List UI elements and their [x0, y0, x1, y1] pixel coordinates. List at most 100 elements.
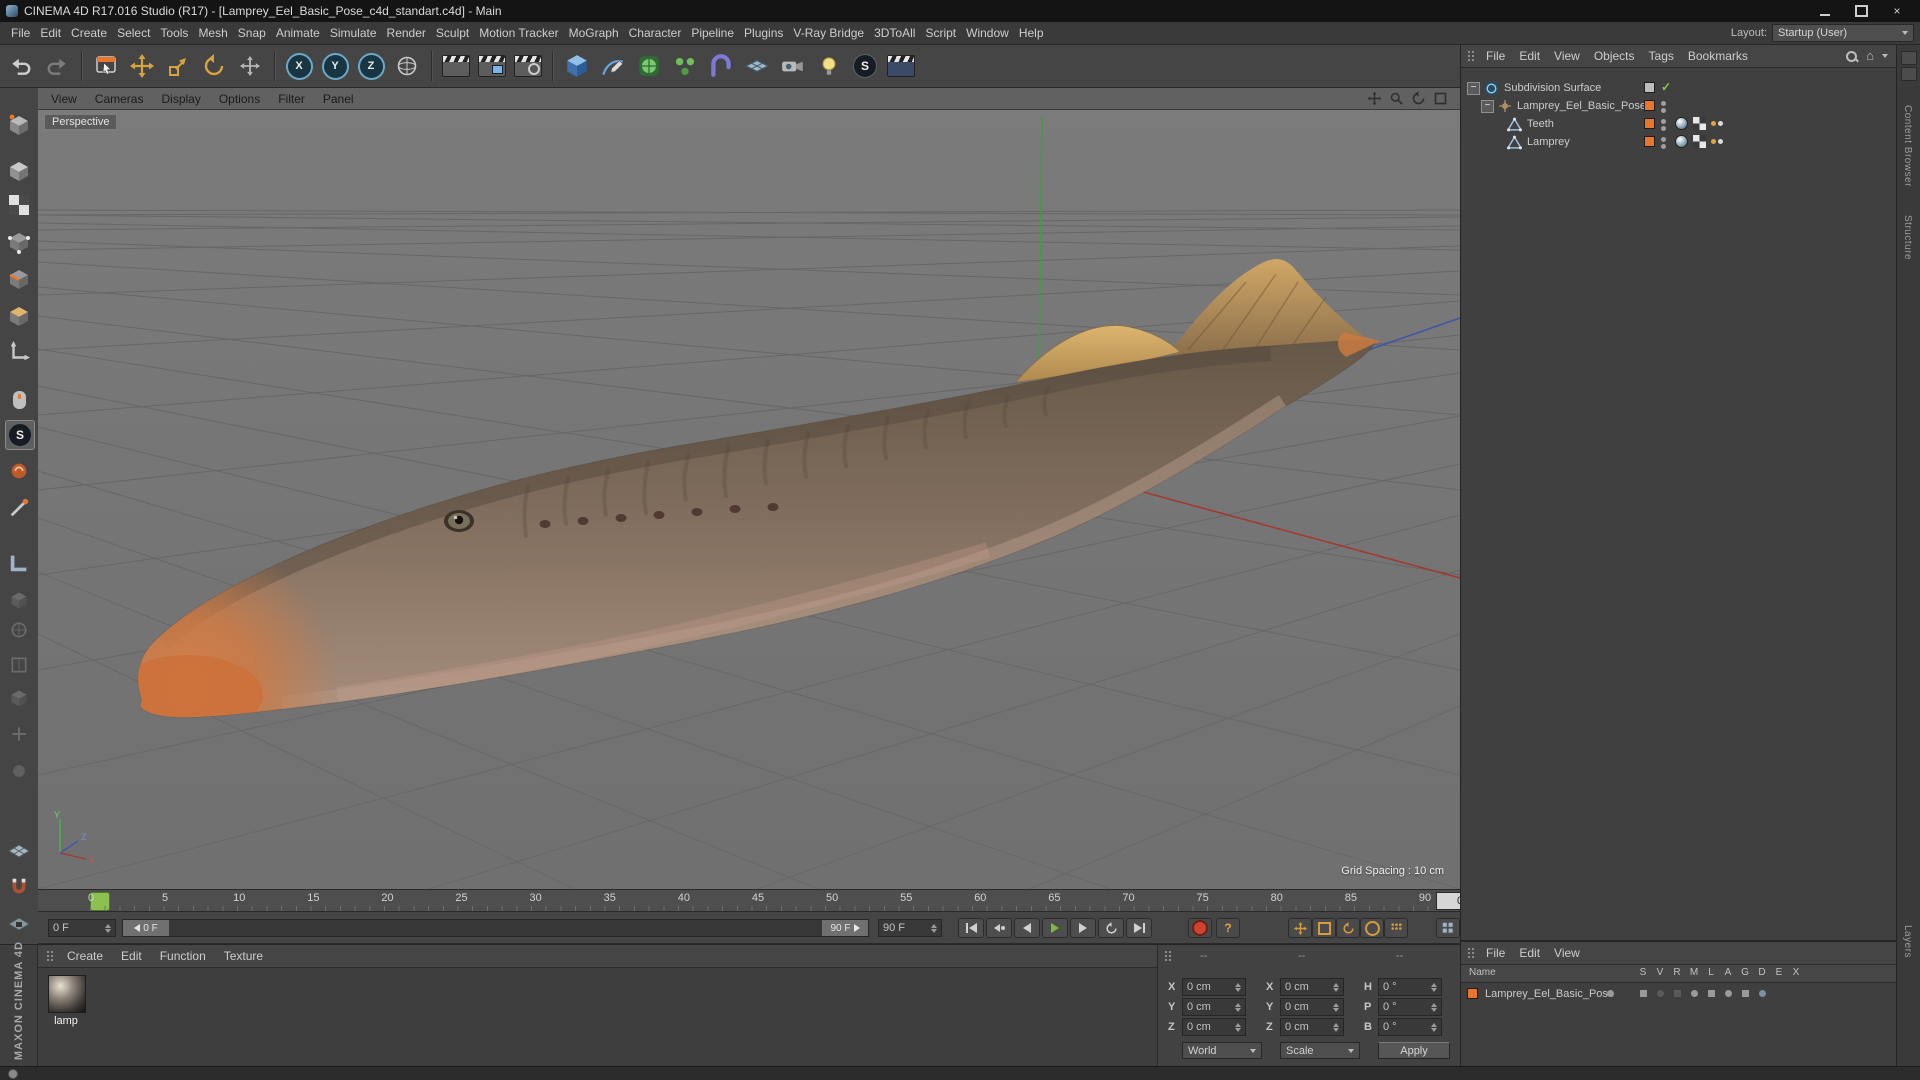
pen-spline-button[interactable]	[596, 48, 630, 84]
stage-button[interactable]	[884, 48, 918, 84]
column-expressions[interactable]: E	[1772, 967, 1786, 978]
goto-end-button[interactable]	[1126, 918, 1152, 938]
axis-mode-button[interactable]	[5, 338, 33, 366]
camera-button[interactable]	[776, 48, 810, 84]
om-menu-file[interactable]: File	[1480, 49, 1511, 63]
sky-plugin-button[interactable]: S	[848, 48, 882, 84]
spinner-icon[interactable]	[931, 924, 937, 933]
make-editable-button[interactable]	[5, 111, 33, 139]
menu-snap[interactable]: Snap	[233, 22, 271, 44]
rotation-p-field[interactable]: 0 °	[1378, 998, 1442, 1016]
dock-pin-icon[interactable]	[1901, 51, 1917, 65]
tag-dots[interactable]	[1711, 121, 1723, 126]
move-tool-button[interactable]	[125, 48, 159, 84]
floor-button[interactable]	[740, 48, 774, 84]
tab-content-browser[interactable]: Content Browser	[1902, 105, 1913, 187]
layer-name[interactable]: Lamprey_Eel_Basic_Pose	[1485, 988, 1614, 1000]
texture-mode-button[interactable]	[5, 191, 33, 219]
render-picture-viewer-button[interactable]	[475, 48, 509, 84]
visibility-dots[interactable]	[1661, 137, 1666, 149]
undo-button[interactable]	[4, 48, 38, 84]
autokey-button[interactable]: ?	[1216, 918, 1240, 938]
visibility-dots[interactable]	[1661, 119, 1666, 131]
spinner-icon[interactable]	[1235, 1003, 1241, 1012]
lm-menu-edit[interactable]: Edit	[1513, 946, 1546, 960]
menu-plugins[interactable]: Plugins	[739, 22, 788, 44]
column-render[interactable]: R	[1670, 967, 1684, 978]
previous-frame-button[interactable]	[1014, 918, 1040, 938]
menu-3dtoall[interactable]: 3DToAll	[869, 22, 920, 44]
range-end-field[interactable]: 90 F	[878, 919, 942, 937]
lm-menu-view[interactable]: View	[1548, 946, 1586, 960]
close-button[interactable]: ×	[1880, 2, 1914, 20]
current-frame-field[interactable]: 0 F	[48, 919, 116, 937]
position-y-field[interactable]: 0 cm	[1182, 998, 1246, 1016]
om-menu-edit[interactable]: Edit	[1513, 49, 1546, 63]
om-menu-tags[interactable]: Tags	[1643, 49, 1680, 63]
viewport-canvas[interactable]: Perspective Grid Spacing : 10 cm Y X Z	[38, 110, 1460, 889]
view-toggle[interactable]	[1657, 990, 1664, 997]
menu-mograph[interactable]: MoGraph	[564, 22, 624, 44]
bend-deformer-button[interactable]	[704, 48, 738, 84]
spinner-icon[interactable]	[1431, 1003, 1437, 1012]
menu-sculpt[interactable]: Sculpt	[431, 22, 474, 44]
size-z-field[interactable]: 0 cm	[1280, 1018, 1344, 1036]
model-mode-button[interactable]	[5, 157, 33, 185]
tab-layers[interactable]: Layers	[1902, 925, 1913, 958]
viewport-menu-display[interactable]: Display	[152, 88, 209, 110]
array-button[interactable]	[668, 48, 702, 84]
paint-tool-button[interactable]	[5, 457, 33, 485]
om-menu-bookmarks[interactable]: Bookmarks	[1682, 49, 1754, 63]
knife-tool-button[interactable]	[5, 494, 33, 522]
animation-toggle[interactable]	[1725, 990, 1732, 997]
uvw-tag-icon[interactable]	[1693, 117, 1706, 130]
size-mode-dropdown[interactable]: Scale	[1280, 1042, 1360, 1059]
layer-chip[interactable]	[1644, 100, 1655, 111]
layer-row-lamprey-eel-basic-pose[interactable]: Lamprey_Eel_Basic_Pose	[1461, 985, 1903, 1003]
texture-tag-icon[interactable]	[1675, 117, 1688, 130]
viewport-menu-view[interactable]: View	[42, 88, 86, 110]
keyframe-selection-button[interactable]	[1436, 918, 1460, 938]
spinner-icon[interactable]	[1333, 1023, 1339, 1032]
y-axis-lock-button[interactable]: Y	[318, 48, 352, 84]
live-selection-button[interactable]	[89, 48, 123, 84]
visibility-dots[interactable]	[1661, 101, 1666, 113]
camera-label[interactable]: Perspective	[44, 114, 118, 130]
zoom-view-icon[interactable]	[1389, 91, 1404, 106]
menu-render[interactable]: Render	[382, 22, 431, 44]
panel-grip-icon[interactable]	[1467, 947, 1476, 959]
tree-row-teeth[interactable]: Teeth	[1461, 115, 1920, 133]
previous-key-button[interactable]	[986, 918, 1012, 938]
record-scale-toggle[interactable]	[1312, 918, 1336, 938]
collapse-icon[interactable]: −	[1481, 99, 1494, 113]
object-label[interactable]: Lamprey_Eel_Basic_Pose	[1517, 100, 1646, 112]
position-z-field[interactable]: 0 cm	[1182, 1018, 1246, 1036]
home-icon[interactable]: ⌂	[1866, 49, 1874, 62]
menu-edit[interactable]: Edit	[35, 22, 66, 44]
snap-button[interactable]	[5, 873, 33, 901]
layer-chip[interactable]	[1644, 136, 1655, 147]
menu-window[interactable]: Window	[961, 22, 1014, 44]
menu-mesh[interactable]: Mesh	[193, 22, 232, 44]
viewport-menu-options[interactable]: Options	[210, 88, 269, 110]
last-tool-button[interactable]	[233, 48, 267, 84]
spinner-icon[interactable]	[1333, 983, 1339, 992]
menu-help[interactable]: Help	[1014, 22, 1049, 44]
spinner-icon[interactable]	[1333, 1003, 1339, 1012]
size-x-field[interactable]: 0 cm	[1280, 978, 1344, 996]
layer-chip[interactable]	[1644, 118, 1655, 129]
menu-vray-bridge[interactable]: V-Ray Bridge	[788, 22, 869, 44]
dock-collapse-icon[interactable]	[1901, 67, 1917, 81]
x-axis-lock-button[interactable]: X	[282, 48, 316, 84]
spinner-icon[interactable]	[105, 924, 111, 933]
enable-chip[interactable]	[1644, 82, 1655, 93]
menu-motion-tracker[interactable]: Motion Tracker	[474, 22, 563, 44]
spinner-icon[interactable]	[1431, 983, 1437, 992]
minimize-button[interactable]	[1808, 2, 1842, 20]
render-toggle[interactable]	[1674, 990, 1681, 997]
tree-row-subdivision-surface[interactable]: − Subdivision Surface ✓	[1461, 79, 1902, 97]
menu-character[interactable]: Character	[624, 22, 687, 44]
coordinate-system-button[interactable]	[390, 48, 424, 84]
object-label[interactable]: Teeth	[1527, 118, 1554, 130]
menu-simulate[interactable]: Simulate	[325, 22, 382, 44]
